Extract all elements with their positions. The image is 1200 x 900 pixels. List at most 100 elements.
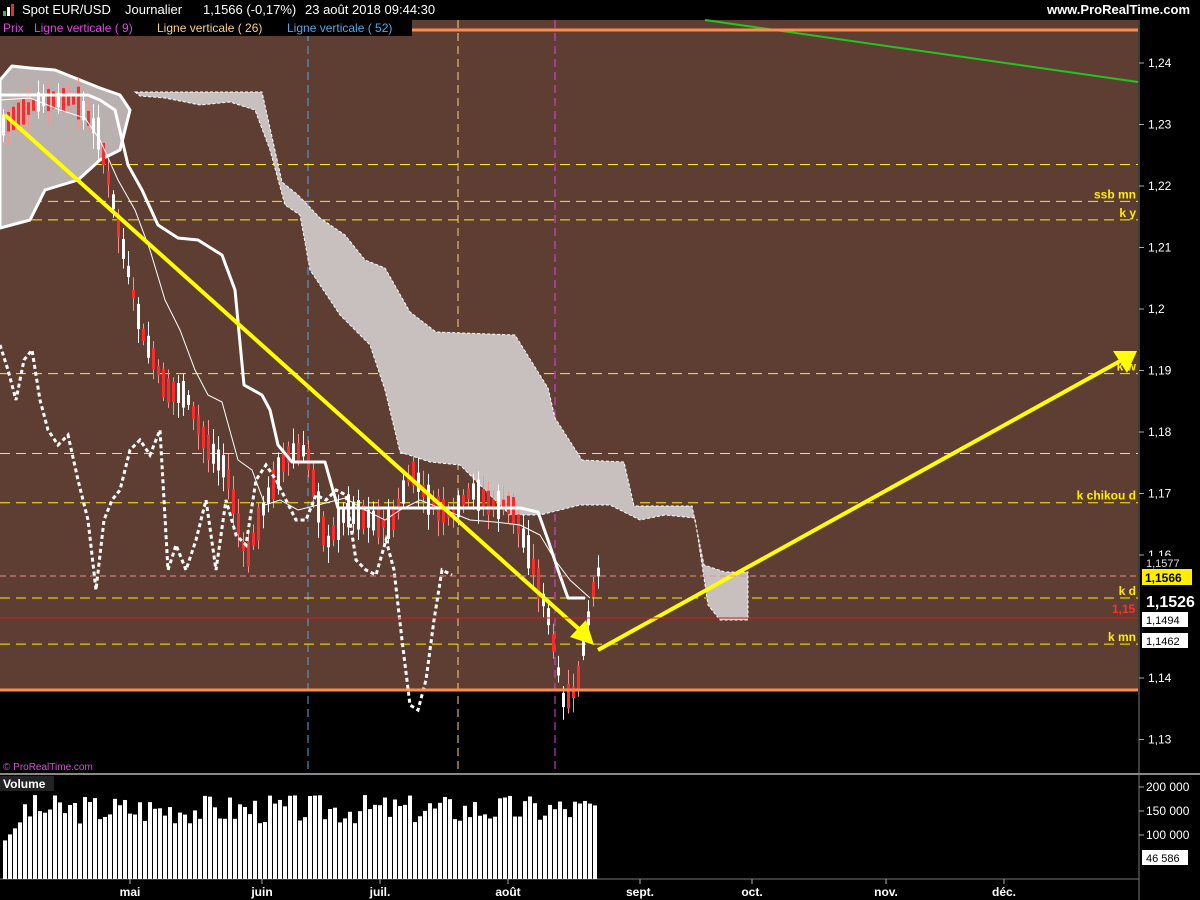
volume-bar	[198, 818, 202, 879]
volume-bar	[178, 812, 182, 879]
candle-body	[232, 489, 235, 514]
candle-body	[477, 479, 480, 511]
candle-body	[332, 525, 335, 541]
candle-body	[107, 171, 110, 185]
volume-bar	[473, 802, 477, 879]
time-axis-label: sept.	[626, 885, 654, 899]
candle-body	[252, 532, 255, 546]
candle-body	[307, 448, 310, 471]
candle-body	[62, 88, 65, 112]
volume-bar	[253, 800, 257, 879]
volume-bar	[223, 818, 227, 879]
candle-body	[137, 303, 140, 330]
watermark: © ProRealTime.com	[3, 762, 93, 773]
candle-body	[562, 692, 565, 708]
volume-bar	[153, 808, 157, 879]
volume-bar	[148, 802, 152, 879]
candle-body	[312, 469, 315, 497]
candle-body	[142, 328, 145, 341]
volume-bar	[133, 814, 137, 879]
candle-body	[257, 507, 260, 541]
candle-body	[27, 102, 30, 115]
candle-body	[462, 494, 465, 506]
legend-vertical-line-26: Ligne verticale ( 26)	[157, 21, 262, 35]
candle-body	[267, 487, 270, 504]
volume-bar	[408, 795, 412, 879]
volume-bar	[53, 795, 57, 879]
candle-body	[77, 86, 80, 120]
candle-body	[22, 99, 25, 125]
time-axis-label: juin	[250, 885, 272, 899]
volume-bar	[488, 818, 492, 879]
candle-body	[597, 567, 600, 577]
volume-bar	[78, 823, 82, 879]
volume-bar	[218, 818, 222, 879]
volume-bar	[388, 816, 392, 879]
volume-bar	[208, 796, 212, 879]
volume-bar	[323, 819, 327, 879]
candle-body	[352, 501, 355, 525]
legend-prix: Prix	[3, 21, 24, 35]
volume-bar	[118, 805, 122, 879]
price-box-15: 1,15	[1112, 602, 1136, 616]
candle-body	[552, 633, 555, 652]
candle-body	[572, 686, 575, 699]
volume-bar	[288, 795, 292, 879]
candle-body	[337, 508, 340, 540]
candle-body	[467, 488, 470, 500]
volume-bar	[533, 803, 537, 879]
volume-bar	[518, 816, 522, 879]
candle-body	[172, 381, 175, 402]
price-box-1462: 1,1462	[1146, 636, 1180, 648]
volume-bar	[453, 819, 457, 879]
volume-bar	[13, 828, 17, 879]
volume-bar	[543, 815, 547, 879]
volume-bar	[318, 795, 322, 879]
volume-bar	[418, 816, 422, 879]
volume-bar	[458, 820, 462, 879]
candle-body	[112, 194, 115, 210]
volume-bar	[173, 823, 177, 879]
volume-bar	[48, 809, 52, 879]
volume-bar	[238, 804, 242, 879]
current-price-box: 1,1566	[1145, 571, 1182, 585]
volume-bar	[268, 795, 272, 879]
volume-bar	[213, 807, 217, 879]
volume-bar	[508, 795, 512, 879]
volume-bar	[283, 806, 287, 879]
volume-bar	[3, 840, 7, 879]
volume-bar	[328, 809, 332, 879]
volume-bar	[43, 812, 47, 879]
volume-bar	[358, 811, 362, 879]
level-tag: ssb mn	[1094, 187, 1136, 201]
price-axis-label: 1,18	[1148, 425, 1172, 439]
volume-bar	[23, 804, 27, 879]
price-chart[interactable]: ssb mnk yk wk chikou dk dk mn Prix Ligne…	[0, 0, 1200, 900]
volume-bar	[168, 807, 172, 879]
volume-bar	[298, 820, 302, 879]
candle-body	[152, 348, 155, 370]
volume-bar	[108, 814, 112, 879]
volume-bar	[248, 814, 252, 879]
volume-title: Volume	[3, 777, 46, 791]
candle-body	[162, 368, 165, 398]
volume-bar	[8, 834, 12, 879]
volume-bar	[158, 808, 162, 879]
candle-body	[527, 535, 530, 569]
volume-bar	[423, 810, 427, 879]
candle-body	[122, 239, 125, 259]
candle-body	[132, 289, 135, 299]
volume-bar	[313, 795, 317, 879]
volume-bar	[348, 811, 352, 879]
candle-body	[212, 443, 215, 464]
candle-body	[342, 507, 345, 523]
volume-bar	[478, 815, 482, 879]
level-tag: k mn	[1108, 630, 1136, 644]
candle-body	[302, 445, 305, 457]
candle-body	[2, 114, 5, 136]
volume-bar	[393, 799, 397, 879]
volume-last-box: 46 586	[1146, 853, 1180, 865]
level-tag: k d	[1119, 584, 1136, 598]
candle-body	[182, 380, 185, 408]
price-axis-label: 1,19	[1148, 364, 1172, 378]
